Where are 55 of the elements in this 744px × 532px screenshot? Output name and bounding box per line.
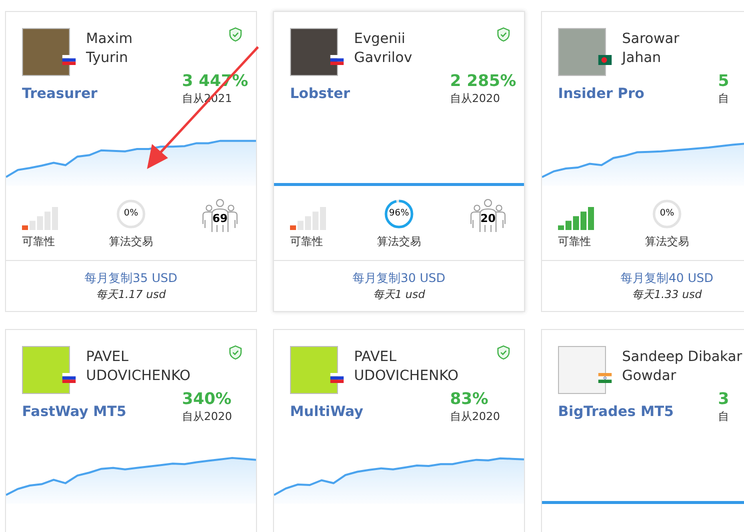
signal-card[interactable]: PAVEL UDOVICHENKO MultiWay 83% 自从2020: [273, 329, 525, 532]
algo-trading-percent: 0%: [124, 208, 138, 220]
flag-icon: [62, 55, 76, 65]
signal-name-link[interactable]: FastWay MT5: [22, 404, 182, 424]
flag-icon: [598, 55, 612, 65]
people-group-icon: [468, 198, 508, 234]
people-group-icon: [200, 198, 240, 234]
algo-trading-gauge: [651, 198, 683, 230]
signal-card[interactable]: Sandeep Dibakar Gowdar BigTrades MT5 3 自: [541, 329, 744, 532]
flag-icon: [62, 373, 76, 383]
signal-name-link[interactable]: BigTrades MT5: [558, 404, 718, 424]
algo-trading-label: 算法交易: [109, 234, 153, 249]
gain-percent: 3: [718, 389, 730, 409]
since-year: 自从2020: [450, 409, 500, 424]
daily-price: 每天1 usd: [372, 287, 426, 302]
monthly-price-link[interactable]: 每月复制35 USD: [84, 270, 178, 287]
flag-icon: [598, 373, 612, 383]
daily-price: 每天1.33 usd: [632, 287, 702, 302]
reliability-bars-icon: [558, 206, 594, 230]
signal-name-link[interactable]: Lobster: [290, 86, 450, 106]
signal-card[interactable]: PAVEL UDOVICHENKO FastWay MT5 340% 自从2020: [5, 329, 257, 532]
subscriber-count: 69: [211, 212, 229, 225]
since-year: 自从2020: [182, 409, 232, 424]
flag-icon: [330, 373, 344, 383]
since-year: 自: [718, 91, 729, 106]
gain-percent: 340%: [182, 389, 232, 409]
algo-trading-percent: 0%: [660, 208, 674, 220]
reliability-label: 可靠性: [558, 234, 591, 249]
since-year: 自: [718, 409, 729, 424]
reliability-bars-icon: [22, 206, 58, 230]
since-year: 自从2020: [450, 91, 500, 106]
monthly-price-link[interactable]: 每月复制40 USD: [620, 270, 714, 287]
algo-trading-gauge: [115, 198, 147, 230]
signal-card[interactable]: Evgenii Gavrilov Lobster 2 285% 自从2020 可靠性 96% 算法交易 20 每月复制30 USD 每天1 usd: [273, 11, 525, 312]
algo-trading-label: 算法交易: [645, 234, 689, 249]
signal-name-link[interactable]: Insider Pro: [558, 86, 718, 106]
reliability-bars-icon: [290, 206, 326, 230]
gain-percent: 5: [718, 71, 730, 91]
reliability-label: 可靠性: [290, 234, 323, 249]
monthly-price-link[interactable]: 每月复制30 USD: [352, 270, 446, 287]
gain-percent: 83%: [450, 389, 488, 409]
signal-card[interactable]: Sarowar Jahan Insider Pro 5 自 可靠性 0% 算法交易 每月复制40 USD 每天1.33 usd: [541, 11, 744, 312]
author-name[interactable]: Maxim Tyurin: [86, 28, 132, 76]
algo-trading-percent: 96%: [389, 208, 409, 220]
author-name[interactable]: Sarowar Jahan: [622, 28, 680, 76]
algo-trading-gauge: [383, 198, 415, 230]
signal-name-link[interactable]: Treasurer: [22, 86, 182, 106]
gain-percent: 2 285%: [450, 71, 516, 91]
algo-trading-label: 算法交易: [377, 234, 421, 249]
author-name[interactable]: Evgenii Gavrilov: [354, 28, 412, 76]
subscriber-count: 20: [479, 212, 497, 225]
signal-name-link[interactable]: MultiWay: [290, 404, 450, 424]
reliability-label: 可靠性: [22, 234, 55, 249]
daily-price: 每天1.17 usd: [96, 287, 166, 302]
flag-icon: [330, 55, 344, 65]
